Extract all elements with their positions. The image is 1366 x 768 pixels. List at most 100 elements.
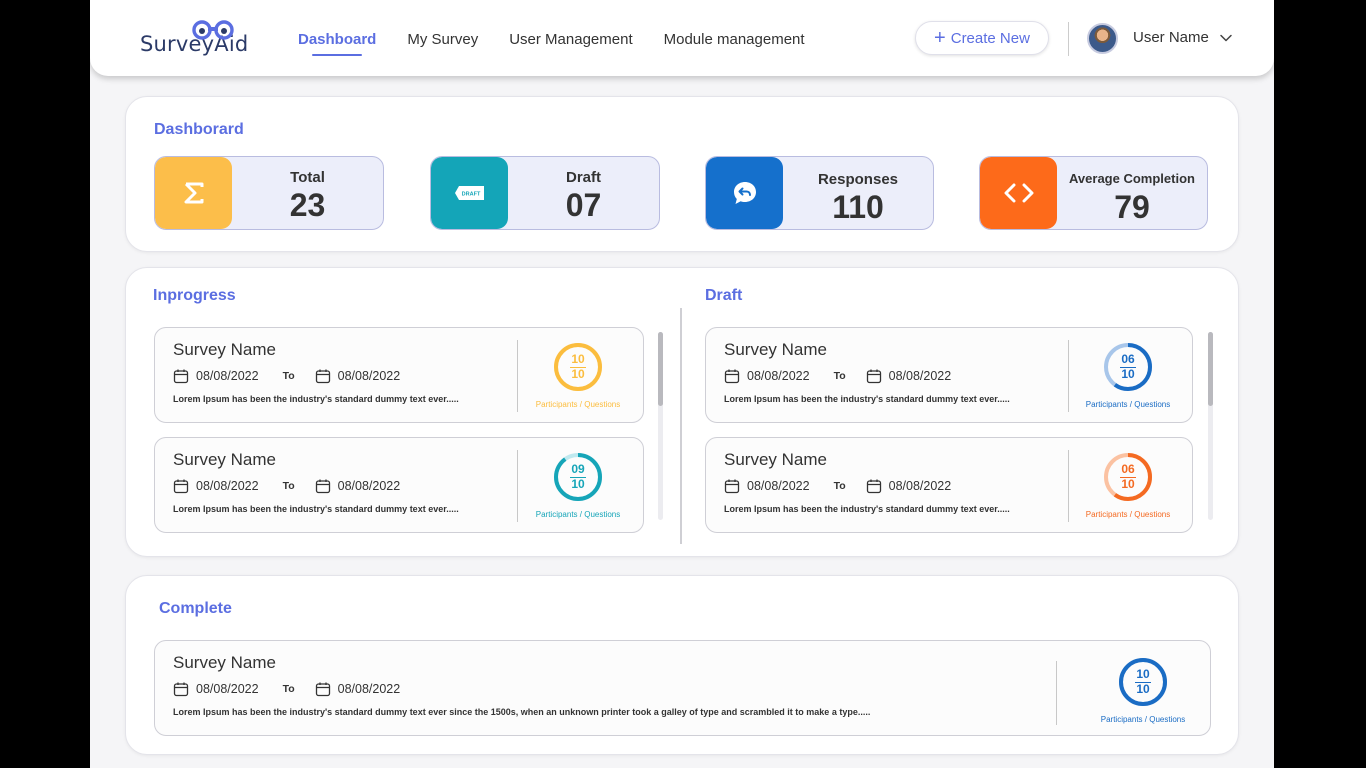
stat-average-completion[interactable]: Average Completion 79 bbox=[979, 156, 1208, 230]
survey-dates: 08/08/2022 To 08/08/2022 bbox=[724, 368, 951, 384]
draft-tag-text: DRAFT bbox=[461, 192, 480, 198]
survey-end-date: 08/08/2022 bbox=[888, 479, 952, 493]
section-title-inprogress: Inprogress bbox=[153, 287, 236, 304]
draft-survey-item[interactable]: Survey Name 08/08/2022 To 08/08/2022 Lor… bbox=[705, 327, 1193, 423]
app-frame: SurveyAid Dashboard My Survey User Manag… bbox=[90, 0, 1274, 768]
survey-divider bbox=[1068, 450, 1069, 522]
code-icon bbox=[1004, 183, 1033, 203]
participants-questions-label: Participants / Questions bbox=[1085, 510, 1171, 519]
participants-questions-label: Participants / Questions bbox=[535, 400, 621, 409]
participants-count: 10 bbox=[571, 352, 585, 366]
stat-responses[interactable]: Responses 110 bbox=[705, 156, 934, 230]
nav-user-management[interactable]: User Management bbox=[509, 0, 632, 76]
survey-divider bbox=[1068, 340, 1069, 412]
chevron-down-icon[interactable] bbox=[1218, 30, 1234, 46]
questions-count: 10 bbox=[571, 367, 585, 381]
inprogress-scrollbar[interactable] bbox=[658, 332, 663, 520]
header-divider bbox=[1068, 22, 1069, 56]
sigma-icon bbox=[184, 182, 203, 204]
plus-icon: + bbox=[934, 27, 946, 49]
complete-card: Complete Survey Name 08/08/2022 To 08/08… bbox=[125, 575, 1239, 755]
inprogress-survey-item[interactable]: Survey Name 08/08/2022 To 08/08/2022 Lor… bbox=[154, 327, 644, 423]
top-header: SurveyAid Dashboard My Survey User Manag… bbox=[90, 0, 1274, 76]
nav-my-survey[interactable]: My Survey bbox=[407, 0, 478, 76]
questions-count: 10 bbox=[1121, 477, 1135, 491]
survey-start-date: 08/08/2022 bbox=[747, 369, 810, 383]
calendar-icon bbox=[315, 479, 330, 494]
section-title-draft: Draft bbox=[705, 287, 743, 304]
nav-module-management[interactable]: Module management bbox=[664, 0, 805, 76]
calendar-icon bbox=[315, 369, 330, 384]
inprogress-draft-card: Inprogress Draft Survey Name 08/08/2022 … bbox=[125, 267, 1239, 557]
progress-ring: 10 10 bbox=[1116, 655, 1170, 709]
progress-ring: 06 10 bbox=[1101, 450, 1155, 504]
survey-name: Survey Name bbox=[724, 450, 827, 469]
section-title-dashboard: Dashborard bbox=[154, 121, 244, 138]
stat-total[interactable]: Total 23 bbox=[154, 156, 384, 230]
survey-end-date: 08/08/2022 bbox=[888, 369, 952, 383]
stat-responses-icon-tile bbox=[706, 157, 783, 229]
user-name[interactable]: User Name bbox=[1133, 29, 1209, 46]
survey-description: Lorem Ipsum has been the industry's stan… bbox=[724, 504, 1010, 514]
survey-description: Lorem Ipsum has been the industry's stan… bbox=[173, 504, 459, 514]
survey-to-label: To bbox=[833, 370, 846, 382]
survey-end-date: 08/08/2022 bbox=[337, 682, 401, 696]
column-divider bbox=[680, 308, 682, 544]
questions-count: 10 bbox=[1136, 682, 1150, 696]
stat-average-completion-label: Average Completion bbox=[1069, 171, 1195, 186]
survey-end-date: 08/08/2022 bbox=[337, 369, 401, 383]
logo[interactable]: SurveyAid bbox=[140, 20, 248, 56]
calendar-icon bbox=[315, 682, 330, 697]
stat-draft-label: Draft bbox=[565, 169, 601, 186]
calendar-icon bbox=[724, 479, 740, 494]
survey-divider bbox=[517, 340, 518, 412]
participants-count: 09 bbox=[571, 462, 585, 476]
survey-to-label: To bbox=[282, 480, 295, 492]
survey-description: Lorem Ipsum has been the industry's stan… bbox=[724, 394, 1010, 404]
survey-dates: 08/08/2022 To 08/08/2022 bbox=[173, 681, 400, 697]
calendar-icon bbox=[866, 479, 881, 494]
survey-dates: 08/08/2022 To 08/08/2022 bbox=[724, 478, 951, 494]
survey-description: Lorem Ipsum has been the industry's stan… bbox=[173, 394, 459, 404]
stat-responses-value: 110 bbox=[832, 189, 884, 225]
stat-average-completion-value: 79 bbox=[1114, 189, 1150, 225]
survey-name: Survey Name bbox=[173, 340, 276, 359]
participants-questions-label: Participants / Questions bbox=[535, 510, 621, 519]
nav-dashboard[interactable]: Dashboard bbox=[298, 0, 376, 76]
stat-draft-icon-tile: DRAFT bbox=[431, 157, 508, 229]
survey-name: Survey Name bbox=[173, 653, 276, 672]
user-avatar[interactable] bbox=[1087, 23, 1118, 54]
survey-dates: 08/08/2022 To 08/08/2022 bbox=[173, 368, 400, 384]
draft-scrollbar[interactable] bbox=[1208, 332, 1213, 520]
survey-to-label: To bbox=[282, 683, 295, 695]
stat-draft[interactable]: DRAFT Draft 07 bbox=[430, 156, 660, 230]
calendar-icon bbox=[866, 369, 881, 384]
draft-scrollbar-thumb[interactable] bbox=[1208, 332, 1213, 406]
participants-count: 10 bbox=[1136, 667, 1150, 681]
section-title-complete: Complete bbox=[159, 600, 232, 617]
participants-count: 06 bbox=[1121, 462, 1135, 476]
stat-total-icon-tile bbox=[155, 157, 232, 229]
stat-total-value: 23 bbox=[289, 187, 326, 223]
inprogress-survey-item[interactable]: Survey Name 08/08/2022 To 08/08/2022 Lor… bbox=[154, 437, 644, 533]
calendar-icon bbox=[173, 479, 189, 494]
survey-dates: 08/08/2022 To 08/08/2022 bbox=[173, 478, 400, 494]
inprogress-scrollbar-thumb[interactable] bbox=[658, 332, 663, 406]
survey-start-date: 08/08/2022 bbox=[747, 479, 810, 493]
complete-survey-item[interactable]: Survey Name 08/08/2022 To 08/08/2022 Lor… bbox=[154, 640, 1211, 736]
participants-questions-label: Participants / Questions bbox=[1085, 400, 1171, 409]
participants-questions-label: Participants / Questions bbox=[1100, 715, 1186, 724]
chat-reply-icon bbox=[733, 182, 756, 204]
calendar-icon bbox=[173, 369, 189, 384]
survey-description: Lorem Ipsum has been the industry's stan… bbox=[173, 707, 871, 717]
survey-start-date: 08/08/2022 bbox=[196, 369, 259, 383]
calendar-icon bbox=[173, 682, 189, 697]
calendar-icon bbox=[724, 369, 740, 384]
create-new-button[interactable]: + Create New bbox=[915, 21, 1049, 55]
survey-divider bbox=[517, 450, 518, 522]
draft-survey-item[interactable]: Survey Name 08/08/2022 To 08/08/2022 Lor… bbox=[705, 437, 1193, 533]
dashboard-card: Dashborard Total 23 DRAFT Draft 07 Respo… bbox=[125, 96, 1239, 252]
stat-responses-label: Responses bbox=[817, 171, 899, 188]
progress-ring: 09 10 bbox=[551, 450, 605, 504]
survey-end-date: 08/08/2022 bbox=[337, 479, 401, 493]
